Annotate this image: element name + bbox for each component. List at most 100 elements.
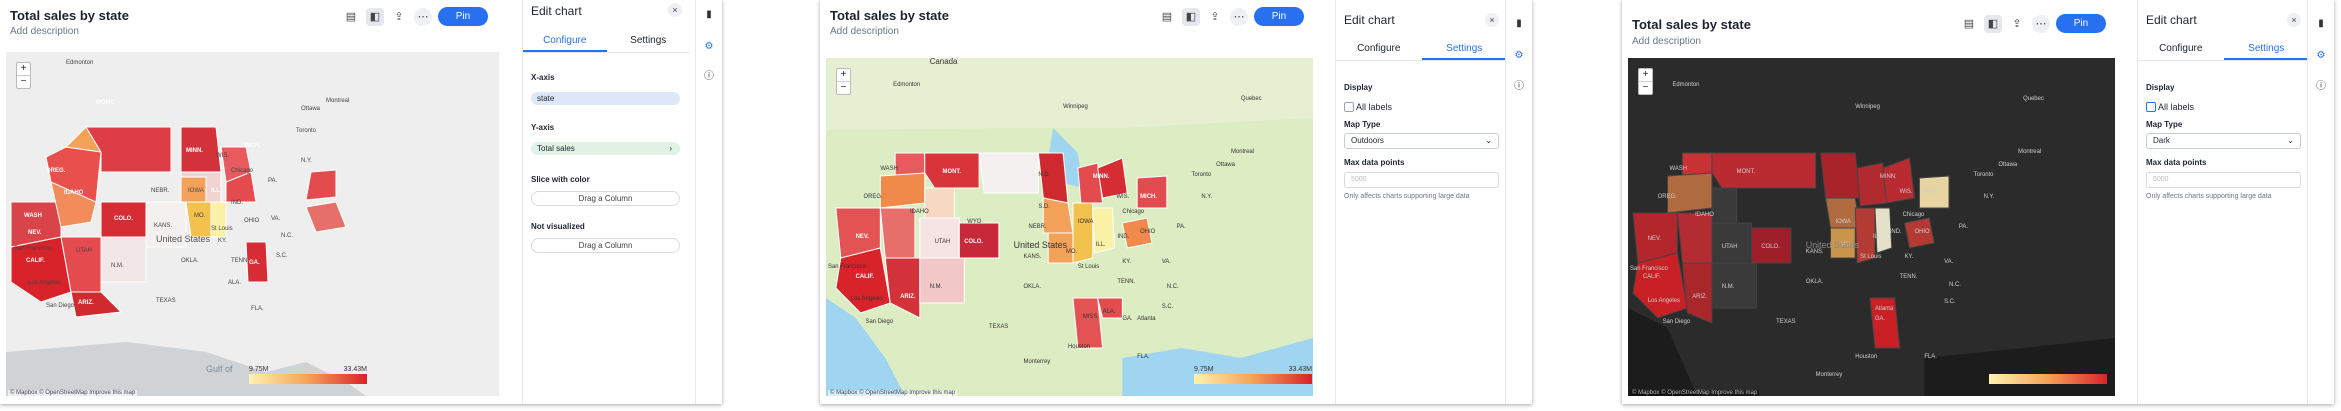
pin-button[interactable]: Pin — [438, 7, 488, 26]
svg-text:IOWA: IOWA — [188, 188, 204, 194]
zoom-in-icon[interactable]: + — [837, 69, 850, 82]
svg-text:CALIF.: CALIF. — [856, 274, 875, 280]
svg-text:Chicago: Chicago — [1903, 212, 1925, 218]
legend-max: 33.43M — [1288, 366, 1312, 373]
all-labels-checkbox[interactable] — [1344, 102, 1354, 112]
svg-text:MO.: MO. — [194, 213, 206, 219]
share-icon[interactable]: ⇪ — [2008, 15, 2026, 33]
svg-text:Los Angeles: Los Angeles — [1648, 298, 1680, 304]
svg-text:MICH.: MICH. — [1922, 189, 1939, 195]
all-labels-label: All labels — [2158, 102, 2195, 112]
edit-chart-panel: Edit chart × Configure Settings X-axis s… — [522, 0, 690, 404]
info-icon[interactable]: ⓘ — [2314, 80, 2328, 94]
share-icon[interactable]: ⇪ — [1206, 8, 1224, 26]
chart-description[interactable]: Add description — [830, 26, 899, 37]
svg-text:KY.: KY. — [1122, 259, 1131, 265]
svg-text:Gulf of: Gulf of — [206, 364, 233, 374]
svg-text:ARIZ.: ARIZ. — [900, 294, 916, 300]
zoom-in-icon[interactable]: + — [17, 63, 30, 76]
info-icon[interactable]: ⓘ — [702, 70, 716, 84]
svg-text:FLA.: FLA. — [1924, 354, 1937, 360]
bar-chart-icon[interactable]: ▮ — [702, 8, 716, 22]
tab-configure[interactable]: Configure — [2138, 40, 2224, 60]
map-attribution[interactable]: © Mapbox © OpenStreetMap Improve this ma… — [1630, 390, 1760, 396]
chart-description[interactable]: Add description — [1632, 36, 1701, 47]
svg-text:Atlanta: Atlanta — [1875, 306, 1894, 312]
gear-icon[interactable]: ⚙ — [2314, 49, 2328, 63]
legend-max: 33.43M — [343, 366, 367, 373]
tab-settings[interactable]: Settings — [2223, 40, 2309, 60]
chart-title[interactable]: Total sales by state — [10, 8, 129, 23]
max-data-points-input[interactable]: 5000 — [2146, 172, 2301, 188]
more-icon[interactable]: ⋯ — [2032, 14, 2050, 33]
chart-icon[interactable]: ◧ — [1984, 14, 2002, 33]
gear-icon[interactable]: ⚙ — [1512, 49, 1526, 63]
close-icon[interactable]: × — [2287, 13, 2301, 27]
info-icon[interactable]: ⓘ — [1512, 80, 1526, 94]
table-icon[interactable]: ▤ — [342, 8, 360, 26]
share-icon[interactable]: ⇪ — [390, 8, 408, 26]
chart-icon[interactable]: ◧ — [1182, 7, 1200, 26]
map-type-select[interactable]: Outdoors ⌄ — [1344, 133, 1499, 149]
table-icon[interactable]: ▤ — [1158, 8, 1176, 26]
legend-gradient — [1989, 374, 2107, 384]
svg-text:ALA.: ALA. — [228, 280, 241, 286]
zoom-out-icon[interactable]: − — [1639, 82, 1652, 94]
svg-text:Los Angeles: Los Angeles — [851, 296, 883, 302]
svg-text:COLO.: COLO. — [964, 239, 983, 245]
svg-text:UTAH: UTAH — [1722, 244, 1738, 250]
svg-text:ALA.: ALA. — [1103, 309, 1116, 315]
zoom-out-icon[interactable]: − — [837, 82, 850, 94]
max-data-points-input[interactable]: 5000 — [1344, 172, 1499, 188]
chart-title[interactable]: Total sales by state — [830, 8, 949, 23]
slice-drop-zone[interactable]: Drag a Column — [531, 191, 680, 206]
not-visualized-drop-zone[interactable]: Drag a Column — [531, 238, 680, 253]
max-data-points-label: Max data points — [1344, 158, 1405, 167]
zoom-out-icon[interactable]: − — [17, 76, 30, 88]
max-data-points-hint: Only affects charts supporting large dat… — [2146, 193, 2272, 200]
svg-text:GA.: GA. — [249, 260, 260, 266]
svg-text:NEV.: NEV. — [1648, 236, 1662, 242]
pin-button[interactable]: Pin — [1254, 7, 1304, 26]
svg-text:UTAH: UTAH — [76, 248, 92, 254]
svg-text:VA.: VA. — [1162, 259, 1171, 265]
tab-configure[interactable]: Configure — [1336, 40, 1422, 60]
map-attribution[interactable]: © Mapbox © OpenStreetMap Improve this ma… — [828, 390, 958, 396]
svg-text:TEXAS: TEXAS — [156, 298, 176, 304]
svg-text:OREG.: OREG. — [1658, 194, 1677, 200]
bar-chart-icon[interactable]: ▮ — [2314, 17, 2328, 31]
svg-text:ILL.: ILL. — [1096, 242, 1106, 248]
more-icon[interactable]: ⋯ — [1230, 7, 1248, 26]
tab-configure[interactable]: Configure — [523, 32, 607, 52]
map-attribution[interactable]: © Mapbox © OpenStreetMap Improve this ma… — [8, 390, 138, 396]
gear-icon[interactable]: ⚙ — [702, 40, 716, 54]
zoom-in-icon[interactable]: + — [1639, 69, 1652, 82]
tab-settings[interactable]: Settings — [607, 32, 691, 52]
y-axis-column-chip[interactable]: Total sales › — [531, 142, 680, 155]
map-type-select[interactable]: Dark ⌄ — [2146, 133, 2301, 149]
more-icon[interactable]: ⋯ — [414, 7, 432, 26]
map-view[interactable]: Edmonton Winnipeg Quebec WASH MONT. OREG… — [1628, 58, 2115, 396]
x-axis-column-chip[interactable]: state — [531, 92, 680, 105]
svg-text:Canada: Canada — [930, 58, 958, 66]
map-type-label: Map Type — [1344, 120, 1381, 129]
close-icon[interactable]: × — [1485, 13, 1499, 27]
svg-text:TENN.: TENN. — [1117, 279, 1135, 285]
pin-button[interactable]: Pin — [2056, 14, 2106, 33]
chevron-down-icon: ⌄ — [2287, 136, 2294, 145]
bar-chart-icon[interactable]: ▮ — [1512, 17, 1526, 31]
close-icon[interactable]: × — [668, 3, 682, 17]
chart-description[interactable]: Add description — [10, 26, 79, 37]
map-view[interactable]: Edmonton MONT. WASH OREG. IDAHO NEV. CAL… — [6, 52, 499, 396]
map-view[interactable]: Canada Edmonton Winnipeg Quebec WASH MON… — [826, 58, 1313, 396]
all-labels-checkbox[interactable] — [2146, 102, 2156, 112]
svg-text:WIS.: WIS. — [216, 153, 229, 159]
tab-settings[interactable]: Settings — [1421, 40, 1507, 60]
chart-title[interactable]: Total sales by state — [1632, 17, 1751, 32]
table-icon[interactable]: ▤ — [1960, 15, 1978, 33]
chart-area: Total sales by state Add description ▤ ◧… — [0, 0, 505, 404]
svg-text:United States: United States — [156, 234, 211, 244]
svg-text:United States: United States — [1014, 240, 1068, 250]
svg-text:IND.: IND. — [1890, 229, 1902, 235]
chart-icon[interactable]: ◧ — [366, 7, 384, 26]
